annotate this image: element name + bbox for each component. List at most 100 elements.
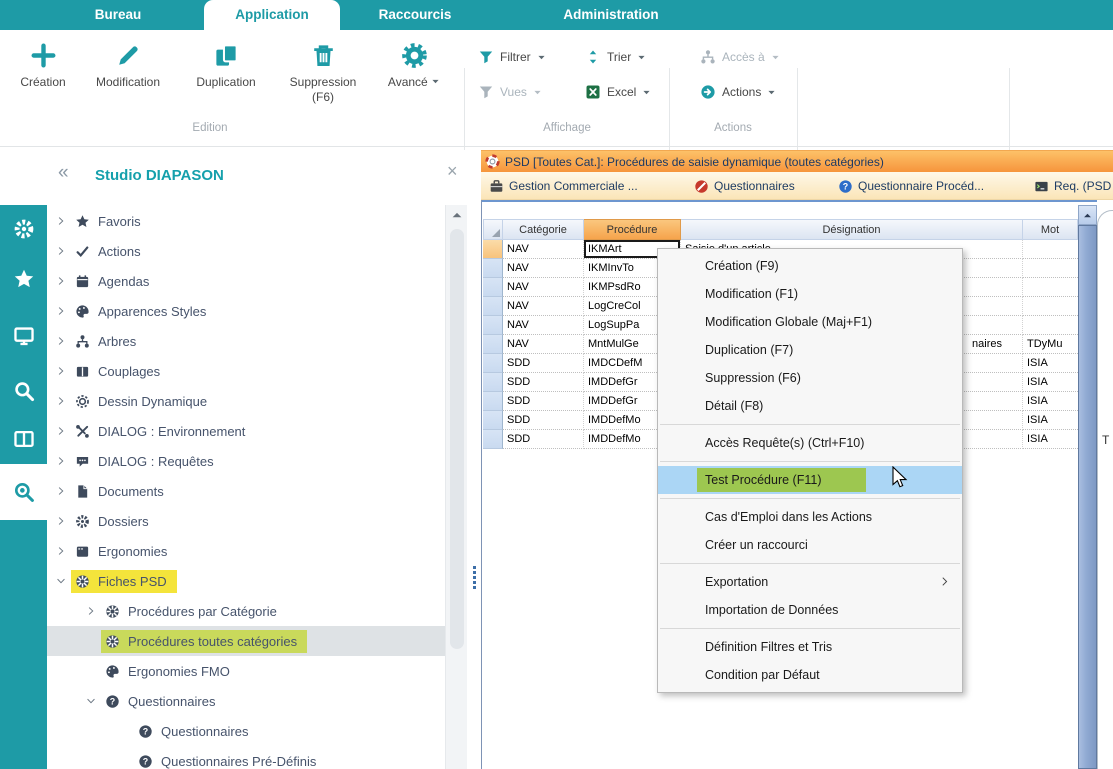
cell-mot[interactable]: ISIA [1023, 430, 1078, 449]
chevron-down-icon[interactable] [56, 576, 66, 586]
chevron-right-icon[interactable] [56, 426, 66, 436]
grid-vertical-scrollbar[interactable] [1078, 205, 1097, 769]
chevron-right-icon[interactable] [56, 486, 66, 496]
tree-item-actions[interactable]: Actions [56, 236, 141, 266]
tab-application[interactable]: Application [204, 0, 340, 30]
cell-mot[interactable]: TDyMu [1023, 335, 1078, 354]
rail-item-star[interactable] [0, 254, 47, 304]
cell-mot[interactable] [1023, 316, 1078, 335]
filtrer-button[interactable]: Filtrer [478, 45, 546, 69]
tree-item-proc-dures-par-cat-gorie[interactable]: Procédures par Catégorie [86, 596, 277, 626]
cell-mot[interactable]: ISIA [1023, 373, 1078, 392]
tree-item-ergonomies[interactable]: Ergonomies [56, 536, 167, 566]
création-button[interactable]: Création [12, 38, 74, 89]
panel-link-3[interactable]: Req. (PSD [1034, 172, 1111, 200]
tree-item-dessin-dynamique[interactable]: Dessin Dynamique [56, 386, 207, 416]
menu-item-suppression-f6-[interactable]: Suppression (F6) [658, 364, 962, 392]
cell-categorie[interactable]: SDD [503, 430, 584, 449]
actions-button[interactable]: Actions [700, 80, 776, 104]
row-selector-cell[interactable] [483, 392, 503, 411]
tree-item-questionnaires-pr-d-finis[interactable]: ?Questionnaires Pré-Définis [138, 746, 316, 769]
chevron-right-icon[interactable] [56, 366, 66, 376]
menu-item-cas-d-emploi-dans-les-actions[interactable]: Cas d'Emploi dans les Actions [658, 503, 962, 531]
menu-item-cr-er-un-raccourci[interactable]: Créer un raccourci [658, 531, 962, 559]
tab-raccourcis[interactable]: Raccourcis [346, 0, 484, 30]
row-selector-cell[interactable] [483, 335, 503, 354]
cell-mot[interactable] [1023, 240, 1078, 259]
tree-item-proc-dures-toutes-cat-gories[interactable]: Procédures toutes catégories [86, 626, 307, 656]
menu-item-cr-ation-f9-[interactable]: Création (F9) [658, 252, 962, 280]
panel-link-1[interactable]: Questionnaires [694, 172, 795, 200]
grid-scrollbar-thumb[interactable] [1078, 225, 1097, 769]
rail-item-flower[interactable] [0, 204, 47, 254]
chevron-down-icon[interactable] [86, 696, 96, 706]
tree-item-couplages[interactable]: Couplages [56, 356, 160, 386]
row-selector-cell[interactable] [483, 316, 503, 335]
panel-splitter[interactable] [467, 150, 481, 769]
tree-item-dialog-environnement[interactable]: DIALOG : Environnement [56, 416, 245, 446]
menu-item-duplication-f7-[interactable]: Duplication (F7) [658, 336, 962, 364]
menu-item-exportation[interactable]: Exportation [658, 568, 962, 596]
row-selector-cell[interactable] [483, 259, 503, 278]
cell-categorie[interactable]: SDD [503, 373, 584, 392]
modification-button[interactable]: Modification [80, 38, 176, 89]
rail-item-pin-search[interactable] [0, 464, 47, 520]
suppression-button[interactable]: Suppression(F6) [276, 38, 370, 104]
collapsed-side-tab[interactable]: T [1097, 210, 1113, 769]
column-header-designation[interactable]: Désignation [681, 219, 1023, 240]
cell-mot[interactable] [1023, 297, 1078, 316]
rail-item-monitor[interactable] [0, 311, 47, 361]
cell-mot[interactable]: ISIA [1023, 392, 1078, 411]
chevron-right-icon[interactable] [56, 276, 66, 286]
duplication-button[interactable]: Duplication [182, 38, 270, 89]
sidebar-collapse-button[interactable]: « [58, 162, 69, 184]
trier-button[interactable]: Trier [585, 45, 646, 69]
cell-categorie[interactable]: SDD [503, 392, 584, 411]
menu-item-importation-de-donn-es[interactable]: Importation de Données [658, 596, 962, 624]
avancé-button[interactable]: Avancé [376, 38, 452, 89]
row-selector-cell[interactable] [483, 297, 503, 316]
sidebar-scrollbar-thumb[interactable] [450, 229, 464, 649]
cell-mot[interactable] [1023, 259, 1078, 278]
menu-item-modification-f1-[interactable]: Modification (F1) [658, 280, 962, 308]
scrollbar-up-button[interactable] [1078, 205, 1097, 225]
row-selector-cell[interactable] [483, 278, 503, 297]
tree-item-apparences-styles[interactable]: Apparences Styles [56, 296, 206, 326]
cell-categorie[interactable]: NAV [503, 278, 584, 297]
tree-item-ergonomies-fmo[interactable]: Ergonomies FMO [86, 656, 230, 686]
chevron-right-icon[interactable] [56, 456, 66, 466]
grid-corner-cell[interactable] [483, 219, 503, 240]
tree-item-agendas[interactable]: Agendas [56, 266, 149, 296]
menu-item-d-finition-filtres-et-tris[interactable]: Définition Filtres et Tris [658, 633, 962, 661]
excel-button[interactable]: Excel [585, 80, 651, 104]
tree-item-dialog-requ-tes[interactable]: DIALOG : Requêtes [56, 446, 214, 476]
rail-item-search[interactable] [0, 366, 47, 416]
tree-item-arbres[interactable]: Arbres [56, 326, 136, 356]
chevron-right-icon[interactable] [56, 546, 66, 556]
row-selector-cell[interactable] [483, 373, 503, 392]
cell-categorie[interactable]: NAV [503, 335, 584, 354]
tree-item-questionnaires[interactable]: ?Questionnaires [86, 686, 215, 716]
cell-categorie[interactable]: NAV [503, 316, 584, 335]
tab-bureau[interactable]: Bureau [58, 0, 178, 30]
tree-item-dossiers[interactable]: Dossiers [56, 506, 149, 536]
row-selector-cell[interactable] [483, 354, 503, 373]
rail-item-split[interactable] [0, 414, 47, 464]
menu-item-modification-globale-maj-f1-[interactable]: Modification Globale (Maj+F1) [658, 308, 962, 336]
menu-item-test-proc-dure-f11-[interactable]: Test Procédure (F11) [658, 466, 962, 494]
menu-item-d-tail-f8-[interactable]: Détail (F8) [658, 392, 962, 420]
panel-link-0[interactable]: Gestion Commerciale ... [489, 172, 638, 200]
row-selector-cell[interactable] [483, 411, 503, 430]
column-header-mot[interactable]: Mot [1023, 219, 1078, 240]
column-header-categorie[interactable]: Catégorie [503, 219, 584, 240]
cell-categorie[interactable]: SDD [503, 411, 584, 430]
chevron-right-icon[interactable] [86, 606, 96, 616]
tab-administration[interactable]: Administration [520, 0, 702, 30]
cell-mot[interactable] [1023, 278, 1078, 297]
cell-categorie[interactable]: NAV [503, 297, 584, 316]
tree-item-favoris[interactable]: Favoris [56, 206, 141, 236]
cell-mot[interactable]: ISIA [1023, 411, 1078, 430]
chevron-right-icon[interactable] [56, 516, 66, 526]
tree-item-documents[interactable]: Documents [56, 476, 164, 506]
cell-categorie[interactable]: NAV [503, 259, 584, 278]
